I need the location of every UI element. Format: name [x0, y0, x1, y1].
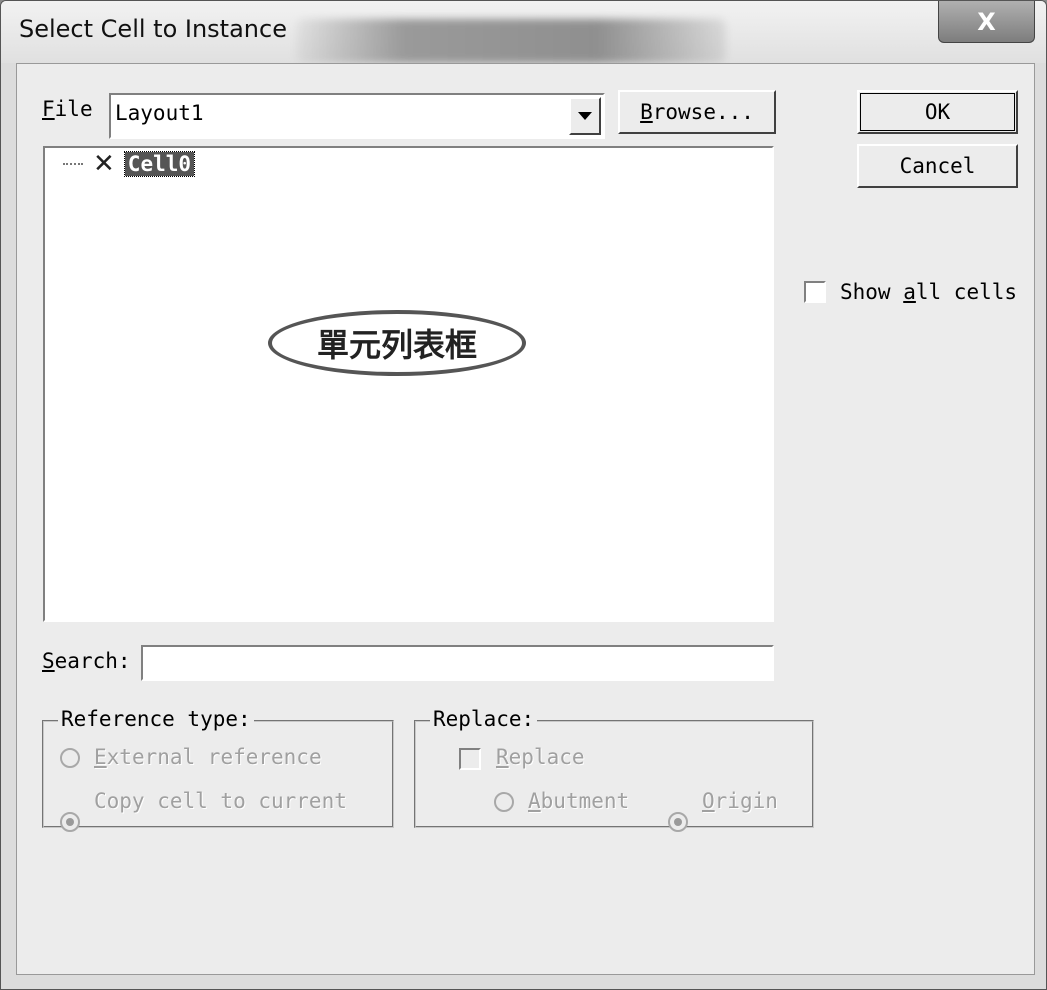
show-all-cells-label[interactable]: Show all cells — [840, 280, 1017, 304]
origin-label: Origin — [702, 789, 778, 813]
file-value: Layout1 — [115, 101, 204, 125]
search-label: Search: — [42, 649, 131, 673]
replace-group: Replace: Replace Abutment Origin — [414, 707, 814, 832]
cancel-button[interactable]: Cancel — [857, 144, 1018, 188]
close-icon: X — [977, 7, 996, 36]
title-bar[interactable]: Select Cell to Instance X — [1, 1, 1046, 63]
external-reference-label: External reference — [94, 745, 322, 769]
radio-dot — [66, 818, 74, 826]
file-combobox[interactable]: Layout1 — [109, 93, 605, 139]
x-icon: ✕ — [93, 149, 115, 179]
radio-dot — [674, 818, 682, 826]
tree-item-cell0[interactable]: ✕ Cell0 — [63, 149, 196, 179]
browse-button[interactable]: Browse... — [618, 90, 776, 134]
external-reference-radio[interactable] — [60, 748, 80, 768]
reference-type-group: Reference type: External reference Copy … — [42, 707, 394, 832]
dialog-client: File Layout1 Browse... OK Cancel ✕ Cell0… — [16, 63, 1035, 975]
annotation-label: 單元列表框 — [268, 310, 526, 376]
blurred-region — [296, 19, 726, 63]
close-button[interactable]: X — [938, 1, 1035, 43]
cell-tree-list[interactable]: ✕ Cell0 — [43, 146, 774, 622]
file-dropdown-button[interactable] — [569, 97, 601, 135]
replace-checkbox[interactable] — [459, 748, 481, 770]
abutment-label: Abutment — [528, 789, 630, 813]
dialog-window: Select Cell to Instance X File Layout1 B… — [0, 0, 1047, 990]
file-label: File — [42, 97, 93, 121]
abutment-radio[interactable] — [494, 792, 514, 812]
tree-item-label: Cell0 — [123, 151, 196, 177]
ok-button[interactable]: OK — [857, 90, 1018, 134]
window-title: Select Cell to Instance — [19, 15, 287, 43]
show-all-cells-checkbox[interactable] — [804, 281, 826, 303]
replace-legend: Replace: — [430, 707, 538, 731]
copy-cell-label: Copy cell to current — [94, 789, 347, 813]
copy-cell-radio[interactable] — [60, 812, 80, 832]
reference-type-legend: Reference type: — [58, 707, 254, 731]
chevron-down-icon — [578, 112, 592, 120]
replace-label: Replace — [496, 745, 585, 769]
origin-radio[interactable] — [668, 812, 688, 832]
search-input[interactable] — [141, 645, 774, 681]
tree-connector — [63, 163, 83, 165]
